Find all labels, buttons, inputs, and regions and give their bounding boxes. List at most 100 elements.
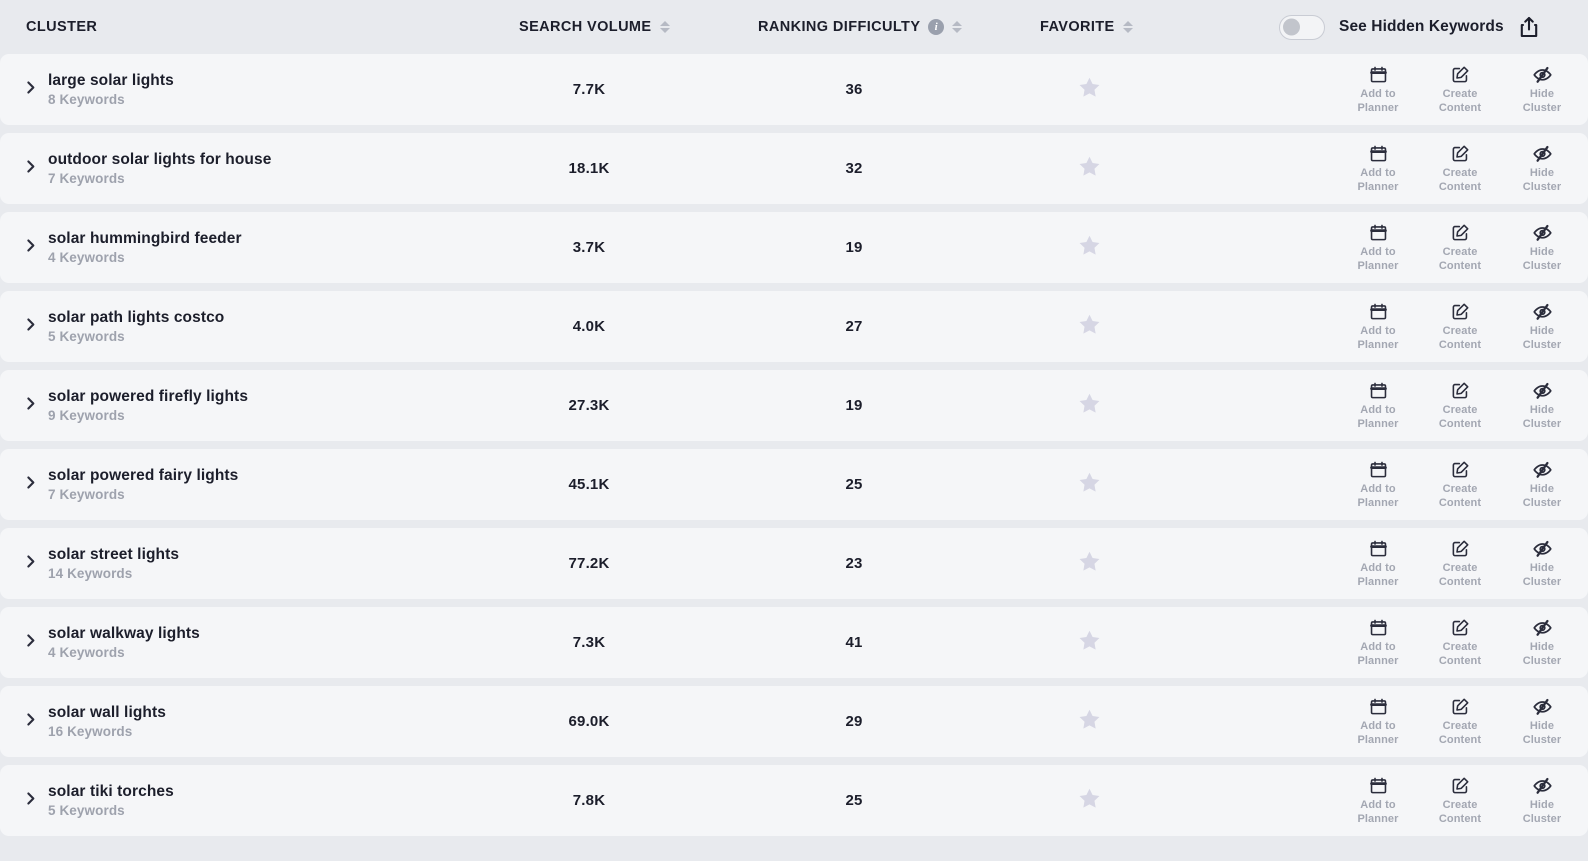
ranking-difficulty-value: 41 [790, 607, 918, 678]
star-icon [1077, 470, 1102, 500]
expand-cluster-button[interactable] [18, 528, 42, 599]
row-action-create-content[interactable]: CreateContent [1432, 696, 1488, 747]
row-action-hide-cluster[interactable]: HideCluster [1514, 696, 1570, 747]
favorite-toggle-button[interactable] [1040, 528, 1138, 599]
row-action-add-to-planner[interactable]: Add toPlanner [1350, 696, 1406, 747]
row-action-create-content[interactable]: CreateContent [1432, 617, 1488, 668]
favorite-toggle-button[interactable] [1040, 449, 1138, 520]
row-action-hide-cluster[interactable]: HideCluster [1514, 143, 1570, 194]
favorite-toggle-button[interactable] [1040, 54, 1138, 125]
cluster-cell[interactable]: large solar lights8 Keywords [48, 54, 174, 125]
table-row[interactable]: solar walkway lights4 Keywords7.3K41Add … [0, 607, 1588, 678]
row-actions: Add toPlanner CreateContent HideCluster [1350, 686, 1570, 757]
table-row[interactable]: solar path lights costco5 Keywords4.0K27… [0, 291, 1588, 362]
expand-cluster-button[interactable] [18, 133, 42, 204]
column-header-ranking-difficulty[interactable]: RANKING DIFFICULTY i [758, 19, 963, 35]
calendar-icon [1369, 64, 1388, 84]
row-action-create-content-label: CreateContent [1439, 641, 1481, 668]
favorite-toggle-button[interactable] [1040, 370, 1138, 441]
cluster-cell[interactable]: solar powered fairy lights7 Keywords [48, 449, 238, 520]
row-action-hide-cluster[interactable]: HideCluster [1514, 222, 1570, 273]
table-row[interactable]: solar powered firefly lights9 Keywords27… [0, 370, 1588, 441]
chevron-right-icon [22, 553, 39, 575]
cluster-cell[interactable]: solar powered firefly lights9 Keywords [48, 370, 248, 441]
info-icon[interactable]: i [928, 19, 944, 35]
row-actions: Add toPlanner CreateContent HideCluster [1350, 54, 1570, 125]
row-action-create-content[interactable]: CreateContent [1432, 301, 1488, 352]
sort-icon[interactable] [660, 21, 671, 33]
row-action-create-content[interactable]: CreateContent [1432, 222, 1488, 273]
cluster-name: outdoor solar lights for house [48, 151, 271, 168]
row-action-hide-cluster[interactable]: HideCluster [1514, 775, 1570, 826]
edit-pencil-icon [1451, 143, 1470, 163]
row-action-create-content[interactable]: CreateContent [1432, 64, 1488, 115]
expand-cluster-button[interactable] [18, 765, 42, 836]
row-action-hide-cluster[interactable]: HideCluster [1514, 64, 1570, 115]
row-action-add-to-planner[interactable]: Add toPlanner [1350, 459, 1406, 510]
sort-icon[interactable] [952, 21, 963, 33]
expand-cluster-button[interactable] [18, 607, 42, 678]
row-action-add-to-planner-label: Add toPlanner [1357, 167, 1398, 194]
cluster-keyword-count: 9 Keywords [48, 409, 125, 424]
cluster-cell[interactable]: solar street lights14 Keywords [48, 528, 179, 599]
cluster-cell[interactable]: solar walkway lights4 Keywords [48, 607, 200, 678]
table-row[interactable]: solar street lights14 Keywords77.2K23Add… [0, 528, 1588, 599]
expand-cluster-button[interactable] [18, 291, 42, 362]
row-action-hide-cluster[interactable]: HideCluster [1514, 380, 1570, 431]
row-action-create-content-label: CreateContent [1439, 404, 1481, 431]
expand-cluster-button[interactable] [18, 54, 42, 125]
expand-cluster-button[interactable] [18, 370, 42, 441]
table-row[interactable]: large solar lights8 Keywords7.7K36Add to… [0, 54, 1588, 125]
row-action-add-to-planner[interactable]: Add toPlanner [1350, 64, 1406, 115]
row-action-add-to-planner[interactable]: Add toPlanner [1350, 617, 1406, 668]
share-icon[interactable] [1516, 14, 1542, 40]
row-action-hide-cluster[interactable]: HideCluster [1514, 459, 1570, 510]
row-action-create-content[interactable]: CreateContent [1432, 538, 1488, 589]
row-action-add-to-planner[interactable]: Add toPlanner [1350, 222, 1406, 273]
table-row[interactable]: outdoor solar lights for house7 Keywords… [0, 133, 1588, 204]
column-header-favorite[interactable]: FAVORITE [1040, 19, 1134, 35]
row-action-create-content[interactable]: CreateContent [1432, 775, 1488, 826]
column-header-search-volume[interactable]: SEARCH VOLUME [519, 19, 671, 35]
cluster-cell[interactable]: solar tiki torches5 Keywords [48, 765, 174, 836]
table-row[interactable]: solar powered fairy lights7 Keywords45.1… [0, 449, 1588, 520]
table-row[interactable]: solar hummingbird feeder4 Keywords3.7K19… [0, 212, 1588, 283]
cluster-cell[interactable]: outdoor solar lights for house7 Keywords [48, 133, 271, 204]
row-action-create-content[interactable]: CreateContent [1432, 459, 1488, 510]
see-hidden-keywords-control[interactable]: See Hidden Keywords [1279, 15, 1504, 40]
search-volume-value: 77.2K [519, 528, 659, 599]
table-row[interactable]: solar wall lights16 Keywords69.0K29Add t… [0, 686, 1588, 757]
calendar-icon [1369, 143, 1388, 163]
row-actions: Add toPlanner CreateContent HideCluster [1350, 291, 1570, 362]
toggle-icon[interactable] [1279, 15, 1325, 40]
favorite-toggle-button[interactable] [1040, 291, 1138, 362]
row-action-add-to-planner[interactable]: Add toPlanner [1350, 380, 1406, 431]
table-row[interactable]: solar tiki torches5 Keywords7.8K25Add to… [0, 765, 1588, 836]
row-action-create-content[interactable]: CreateContent [1432, 143, 1488, 194]
row-action-create-content-label: CreateContent [1439, 246, 1481, 273]
favorite-toggle-button[interactable] [1040, 765, 1138, 836]
eye-slash-icon [1532, 301, 1553, 321]
favorite-toggle-button[interactable] [1040, 133, 1138, 204]
row-action-add-to-planner[interactable]: Add toPlanner [1350, 775, 1406, 826]
sort-icon[interactable] [1123, 21, 1134, 33]
favorite-toggle-button[interactable] [1040, 607, 1138, 678]
expand-cluster-button[interactable] [18, 686, 42, 757]
row-action-hide-cluster[interactable]: HideCluster [1514, 617, 1570, 668]
cluster-cell[interactable]: solar hummingbird feeder4 Keywords [48, 212, 242, 283]
row-action-add-to-planner[interactable]: Add toPlanner [1350, 538, 1406, 589]
row-action-add-to-planner[interactable]: Add toPlanner [1350, 143, 1406, 194]
favorite-toggle-button[interactable] [1040, 212, 1138, 283]
edit-pencil-icon [1451, 538, 1470, 558]
cluster-cell[interactable]: solar path lights costco5 Keywords [48, 291, 224, 362]
row-action-hide-cluster[interactable]: HideCluster [1514, 301, 1570, 352]
cluster-cell[interactable]: solar wall lights16 Keywords [48, 686, 166, 757]
row-action-create-content[interactable]: CreateContent [1432, 380, 1488, 431]
expand-cluster-button[interactable] [18, 449, 42, 520]
favorite-toggle-button[interactable] [1040, 686, 1138, 757]
star-icon [1077, 628, 1102, 658]
row-action-hide-cluster[interactable]: HideCluster [1514, 538, 1570, 589]
row-action-add-to-planner[interactable]: Add toPlanner [1350, 301, 1406, 352]
cluster-table-body: large solar lights8 Keywords7.7K36Add to… [0, 54, 1588, 836]
expand-cluster-button[interactable] [18, 212, 42, 283]
